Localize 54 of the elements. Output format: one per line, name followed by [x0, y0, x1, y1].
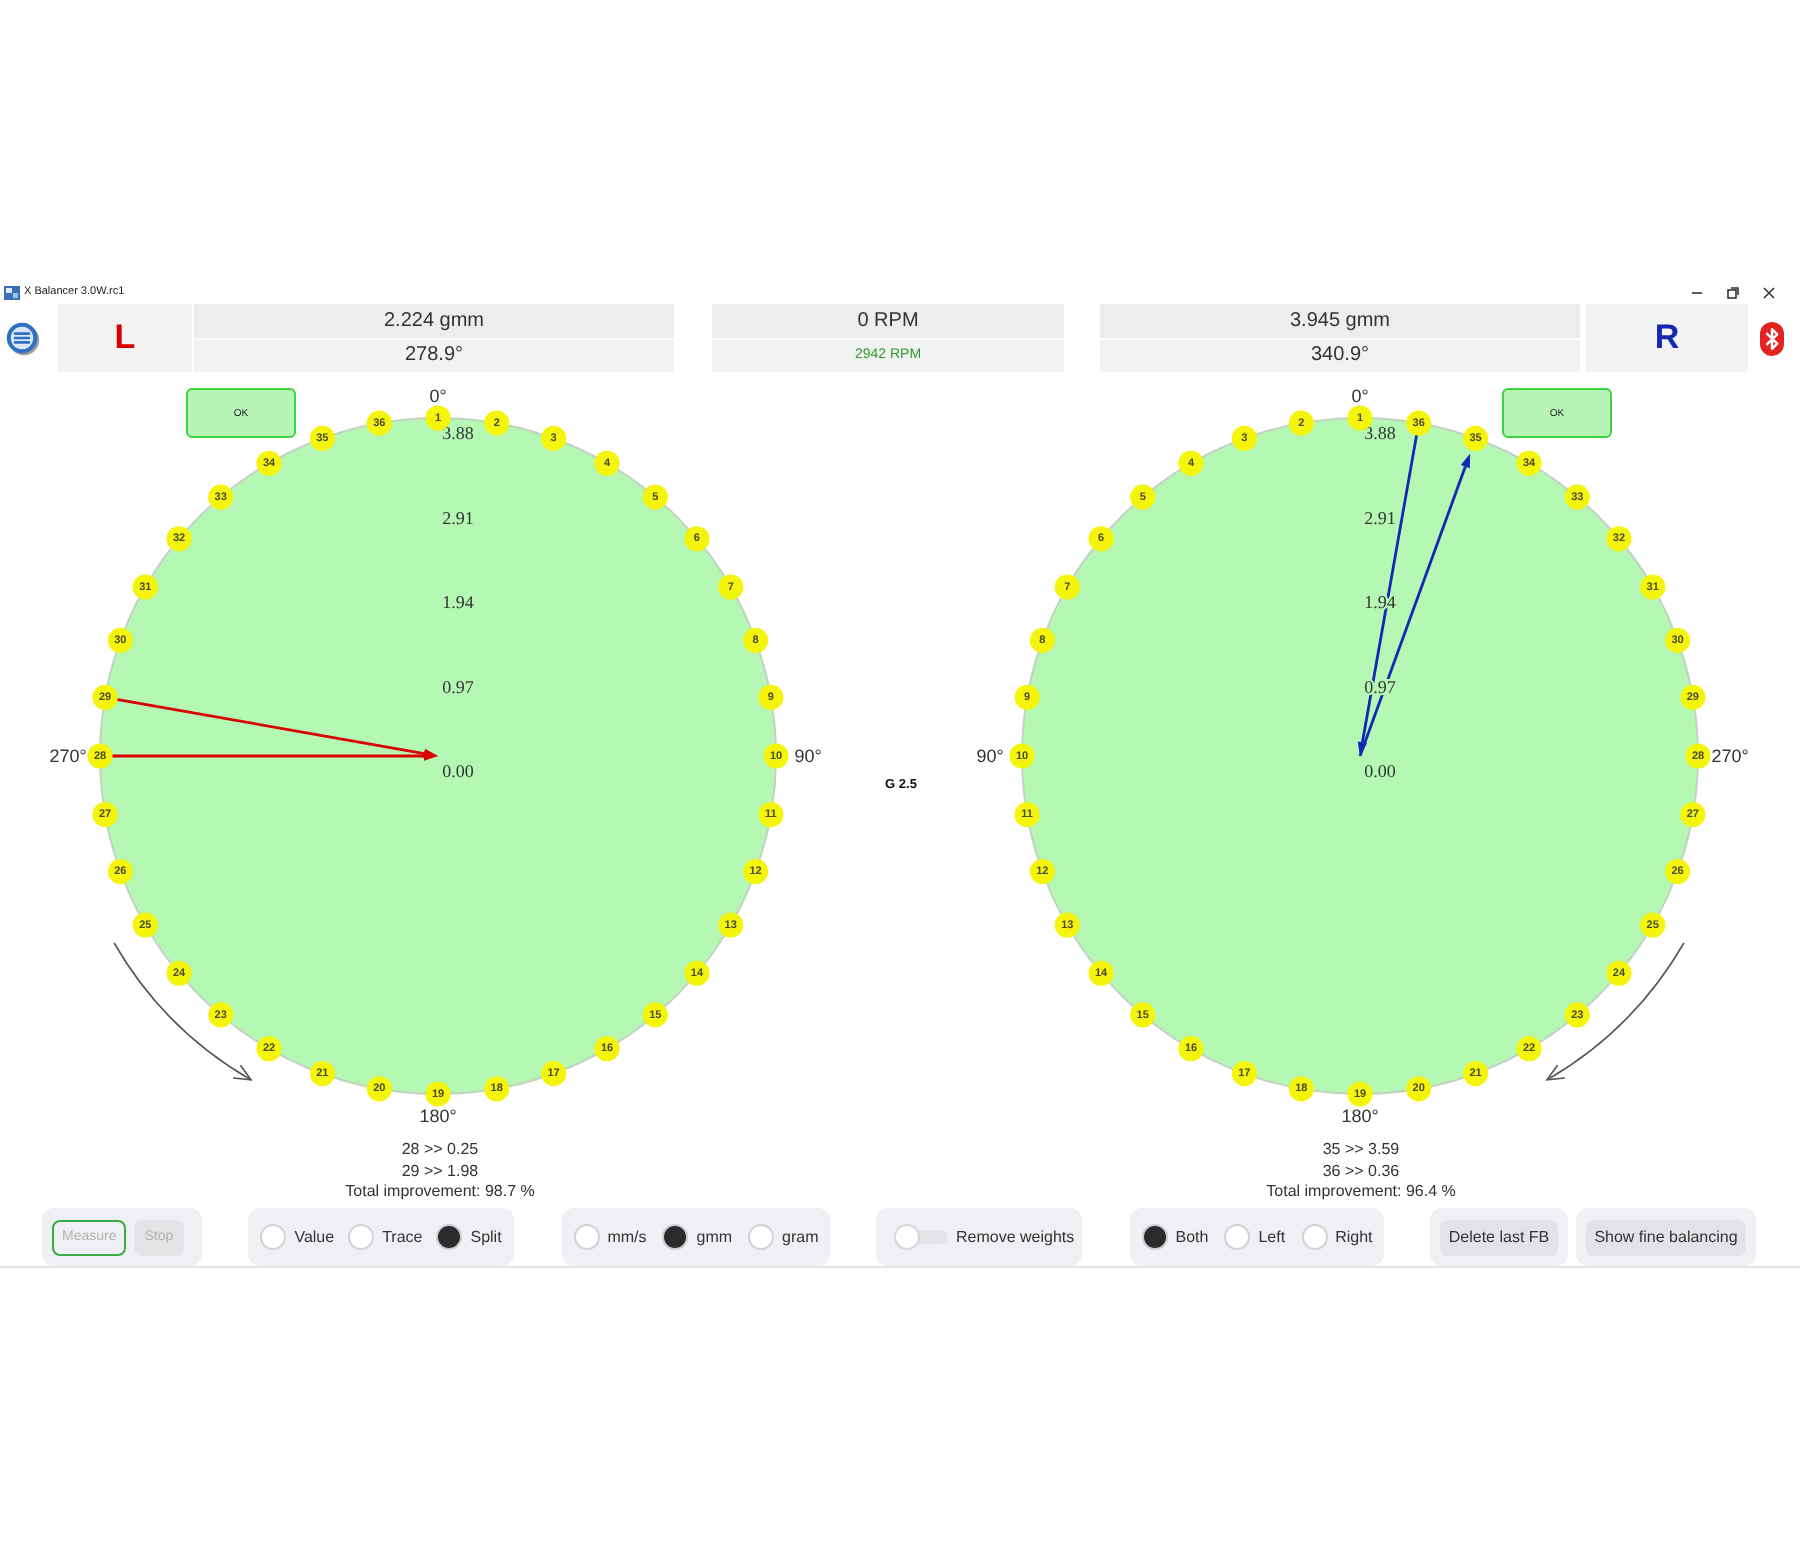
imbalance-amount: 2.224 gmm: [194, 304, 674, 337]
radio-label: gram: [782, 1228, 819, 1246]
radio-icon[interactable]: [748, 1224, 775, 1250]
angle-label: 90°: [794, 746, 822, 766]
angle-label: 270°: [1711, 746, 1749, 766]
fine-balancing-button[interactable]: Show fine balancing: [1586, 1219, 1746, 1255]
result-line: 35 >> 3.59: [1322, 1140, 1400, 1161]
imbalance-amount: 3.945 gmm: [1100, 304, 1580, 337]
radio-label: Both: [1175, 1228, 1209, 1246]
angle-label: 90°: [976, 746, 1004, 766]
angle-label: 0°: [1351, 386, 1369, 406]
radio-icon[interactable]: [260, 1224, 287, 1250]
scale-label: 0.00: [1364, 761, 1396, 781]
radio-icon[interactable]: [662, 1224, 689, 1250]
radio-icon[interactable]: [573, 1224, 600, 1250]
scale-label: 0.00: [442, 761, 474, 781]
delete-button[interactable]: Delete last FB: [1440, 1219, 1558, 1255]
scale-label: 2.91: [442, 507, 474, 528]
restore-icon[interactable]: [1726, 285, 1740, 299]
app-icon: [4, 285, 20, 299]
side-label: L: [58, 304, 192, 372]
total-improvement: Total improvement: 98.7 %: [345, 1182, 535, 1203]
radio-label: gmm: [696, 1228, 733, 1246]
scale-label: 1.94: [442, 592, 474, 612]
radio-icon[interactable]: [348, 1224, 375, 1250]
total-improvement: Total improvement: 96.4 %: [1266, 1182, 1456, 1203]
angle-label: 180°: [1341, 1106, 1379, 1126]
toggle-label: Remove weights: [956, 1228, 1075, 1246]
scale-label: 0.97: [442, 676, 474, 697]
radio-icon[interactable]: [436, 1224, 463, 1250]
toggle-switch[interactable]: [894, 1224, 948, 1250]
scale-label: 2.91: [1364, 507, 1396, 528]
imbalance-angle: 340.9°: [1100, 337, 1580, 372]
angle-label: 270°: [49, 746, 87, 766]
radio-icon[interactable]: [1301, 1224, 1328, 1250]
side-label: R: [1586, 304, 1748, 372]
radio-icon[interactable]: [1224, 1224, 1251, 1250]
menu-icon[interactable]: [6, 321, 40, 355]
radio-icon[interactable]: [1141, 1224, 1168, 1250]
result-line: 36 >> 0.36: [1322, 1161, 1400, 1182]
bluetooth-icon[interactable]: [1760, 321, 1784, 355]
close-icon[interactable]: [1762, 285, 1776, 299]
radio-label: mm/s: [607, 1228, 647, 1246]
rpm-reading: 0 RPM: [712, 304, 1064, 337]
radio-label: Right: [1335, 1228, 1373, 1246]
radio-label: Value: [294, 1228, 335, 1246]
radio-label: Trace: [382, 1228, 423, 1246]
result-line: 28 >> 0.25: [401, 1140, 479, 1161]
angle-label: 0°: [429, 386, 447, 406]
radio-label: Split: [470, 1228, 502, 1246]
angle-label: 180°: [419, 1106, 457, 1126]
result-line: 29 >> 1.98: [401, 1161, 479, 1182]
radio-label: Left: [1258, 1228, 1286, 1246]
imbalance-angle: 278.9°: [194, 337, 674, 372]
